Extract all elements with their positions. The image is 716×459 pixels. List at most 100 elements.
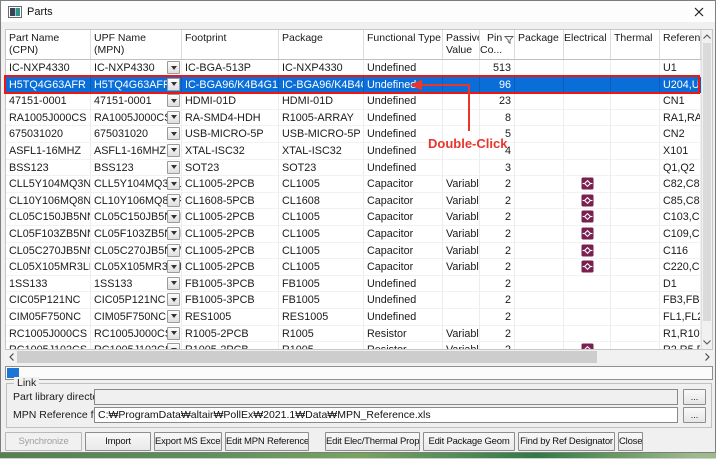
cell-passive_value: Variable xyxy=(443,176,480,193)
cell-package: XTAL-ISC32 xyxy=(279,143,364,160)
cell-footprint: CL1005-2PCB xyxy=(182,243,279,260)
column-header-footprint[interactable]: Footprint xyxy=(182,30,279,59)
table-row[interactable]: CIM05F750NCCIM05F750NCRES1005RES1005Unde… xyxy=(6,309,701,326)
chevron-down-icon xyxy=(171,281,177,285)
cell-passive_value xyxy=(443,276,480,293)
mpn-dropdown-button[interactable] xyxy=(167,161,180,174)
mpn-dropdown-button[interactable] xyxy=(167,177,180,190)
cell-pin_count: 2 xyxy=(480,193,515,210)
mpn-dropdown-button[interactable] xyxy=(167,61,180,74)
electrical-prop-icon xyxy=(581,227,594,240)
horizontal-scrollbar[interactable] xyxy=(5,351,713,363)
filter-icon xyxy=(504,35,514,45)
column-header-passive_value[interactable]: Passive Value xyxy=(443,30,480,59)
chevron-down-icon xyxy=(171,231,177,235)
mpn-dropdown-button[interactable] xyxy=(167,144,180,157)
mpn-dropdown-button[interactable] xyxy=(167,260,180,273)
mpn-dropdown-button[interactable] xyxy=(167,293,180,306)
mpn-dropdown-button[interactable] xyxy=(167,227,180,240)
mpn-reference-file-label: MPN Reference file xyxy=(13,407,104,423)
cell-passive_value xyxy=(443,143,480,160)
cell-thermal xyxy=(611,143,660,160)
table-row[interactable]: IC-NXP4330IC-NXP4330IC-BGA-513PIC-NXP433… xyxy=(6,60,701,77)
column-header-cpn[interactable]: Part Name (CPN) xyxy=(6,30,91,59)
cell-reference: C85,C8 xyxy=(660,193,701,210)
column-header-mpn[interactable]: UPF Name (MPN) xyxy=(91,30,182,59)
column-header-pin_count[interactable]: Pin Co... xyxy=(480,30,515,59)
mpn-dropdown-button[interactable] xyxy=(167,127,180,140)
scroll-right-button[interactable] xyxy=(701,351,713,363)
electrical-prop-icon xyxy=(581,177,594,190)
column-header-reference[interactable]: Reference xyxy=(660,30,701,59)
cell-pin_count: 2 xyxy=(480,259,515,276)
cell-pin_count: 2 xyxy=(480,326,515,343)
cell-electrical xyxy=(564,276,611,293)
column-header-thermal[interactable]: Thermal xyxy=(611,30,660,59)
mpn-dropdown-button[interactable] xyxy=(167,94,180,107)
table-row[interactable]: CIC05P121NCCIC05P121NCFB1005-3PCBFB1005U… xyxy=(6,292,701,309)
cell-reference: X101 xyxy=(660,143,701,160)
scroll-down-button[interactable] xyxy=(702,336,712,349)
mpn-dropdown-button[interactable] xyxy=(167,111,180,124)
mpn-dropdown-button[interactable] xyxy=(167,194,180,207)
table-row[interactable]: ASFL1-16MHZASFL1-16MHZXTAL-ISC32XTAL-ISC… xyxy=(6,143,701,160)
table-row[interactable]: 47151-000147151-0001HDMI-01DHDMI-01DUnde… xyxy=(6,93,701,110)
import-button[interactable]: Import xyxy=(85,432,151,451)
mpn-dropdown-button[interactable] xyxy=(167,78,180,91)
cell-passive_value xyxy=(443,160,480,177)
scroll-left-button[interactable] xyxy=(5,351,17,363)
cell-package2 xyxy=(515,326,564,343)
table-row[interactable]: BSS123BSS123SOT23SOT23Undefined3Q1,Q2 xyxy=(6,160,701,177)
cell-package: CL1005 xyxy=(279,176,364,193)
table-row[interactable]: CL05X105MR3LNNHCL05X105MR3LNNHCL1005-2PC… xyxy=(6,259,701,276)
table-row[interactable]: CL05C150JB5NNNDCL05C150JB5NNNDCL1005-2PC… xyxy=(6,209,701,226)
part-library-browse-button[interactable]: ... xyxy=(683,389,706,405)
cell-package2 xyxy=(515,226,564,243)
part-library-directory-input[interactable] xyxy=(94,389,678,405)
cell-cpn: CIM05F750NC xyxy=(6,309,91,326)
secondary-scrollbar[interactable] xyxy=(5,366,713,380)
column-header-package2[interactable]: Package xyxy=(515,30,564,59)
mpn-dropdown-button[interactable] xyxy=(167,244,180,257)
table-row[interactable]: RC1005J102CSRC1005J102CSR1005-2PCBR1005R… xyxy=(6,342,701,349)
edit-package-geom-button[interactable]: Edit Package Geom xyxy=(423,432,515,451)
cell-pin_count: 2 xyxy=(480,209,515,226)
table-row[interactable]: CL05C270JB5NNWCCL05C270JB5NNWCCL1005-2PC… xyxy=(6,243,701,260)
table-row[interactable]: CL10Y106MQ8NRNCCL10Y106MQ8NRNCCL1608-5PC… xyxy=(6,193,701,210)
scroll-up-button[interactable] xyxy=(702,30,712,43)
table-row[interactable]: RC1005J000CSRC1005J000CSR1005-2PCBR1005R… xyxy=(6,326,701,343)
find-by-ref-designator-button[interactable]: Find by Ref Designator xyxy=(518,432,615,451)
close-button[interactable] xyxy=(683,1,715,22)
vertical-scrollbar-thumb[interactable] xyxy=(703,43,711,321)
mpn-dropdown-button[interactable] xyxy=(167,343,180,349)
table-row[interactable]: H5TQ4G63AFRH5TQ4G63AFRIC-BGA96/K4B4G16IC… xyxy=(6,77,701,94)
electrical-prop-icon xyxy=(581,343,594,349)
vertical-scrollbar[interactable] xyxy=(701,30,712,349)
export-ms-excel-button[interactable]: Export MS Excel xyxy=(154,432,222,451)
chevron-right-icon xyxy=(705,353,710,361)
column-header-package[interactable]: Package xyxy=(279,30,364,59)
cell-thermal xyxy=(611,160,660,177)
close-button-bottom-button[interactable]: Close xyxy=(618,432,643,451)
table-row[interactable]: CLL5Y104MQ3NLNCCLL5Y104MQ3NLNCCL1005-2PC… xyxy=(6,176,701,193)
edit-mpn-reference-button[interactable]: Edit MPN Reference xyxy=(225,432,309,451)
edit-elec-thermal-prop-button[interactable]: Edit Elec/Thermal Prop xyxy=(325,432,420,451)
mpn-dropdown-button[interactable] xyxy=(167,310,180,323)
table-row[interactable]: CL05F103ZB5NNNCCL05F103ZB5NNNCCL1005-2PC… xyxy=(6,226,701,243)
background-app-strip xyxy=(0,453,716,458)
mpn-dropdown-button[interactable] xyxy=(167,277,180,290)
mpn-dropdown-button[interactable] xyxy=(167,210,180,223)
mpn-reference-file-input[interactable] xyxy=(94,407,678,423)
cell-mpn: RC1005J000CS xyxy=(91,326,182,343)
table-row[interactable]: RA1005J000CSRA1005J000CSRA-SMD4-HDHR1005… xyxy=(6,110,701,127)
column-header-electrical[interactable]: Electrical xyxy=(564,30,611,59)
cell-functional_type: Capacitor xyxy=(364,209,443,226)
horizontal-scrollbar-thumb[interactable] xyxy=(17,351,597,363)
column-header-functional_type[interactable]: Functional Type xyxy=(364,30,443,59)
mpn-reference-browse-button[interactable]: ... xyxy=(683,407,706,423)
mpn-dropdown-button[interactable] xyxy=(167,327,180,340)
cell-pin_count: 8 xyxy=(480,110,515,127)
table-row[interactable]: 675031020675031020USB-MICRO-5PUSB-MICRO-… xyxy=(6,126,701,143)
table-row[interactable]: 1SS1331SS133FB1005-3PCBFB1005Undefined2D… xyxy=(6,276,701,293)
synchronize-button[interactable]: Synchronize xyxy=(5,432,82,451)
